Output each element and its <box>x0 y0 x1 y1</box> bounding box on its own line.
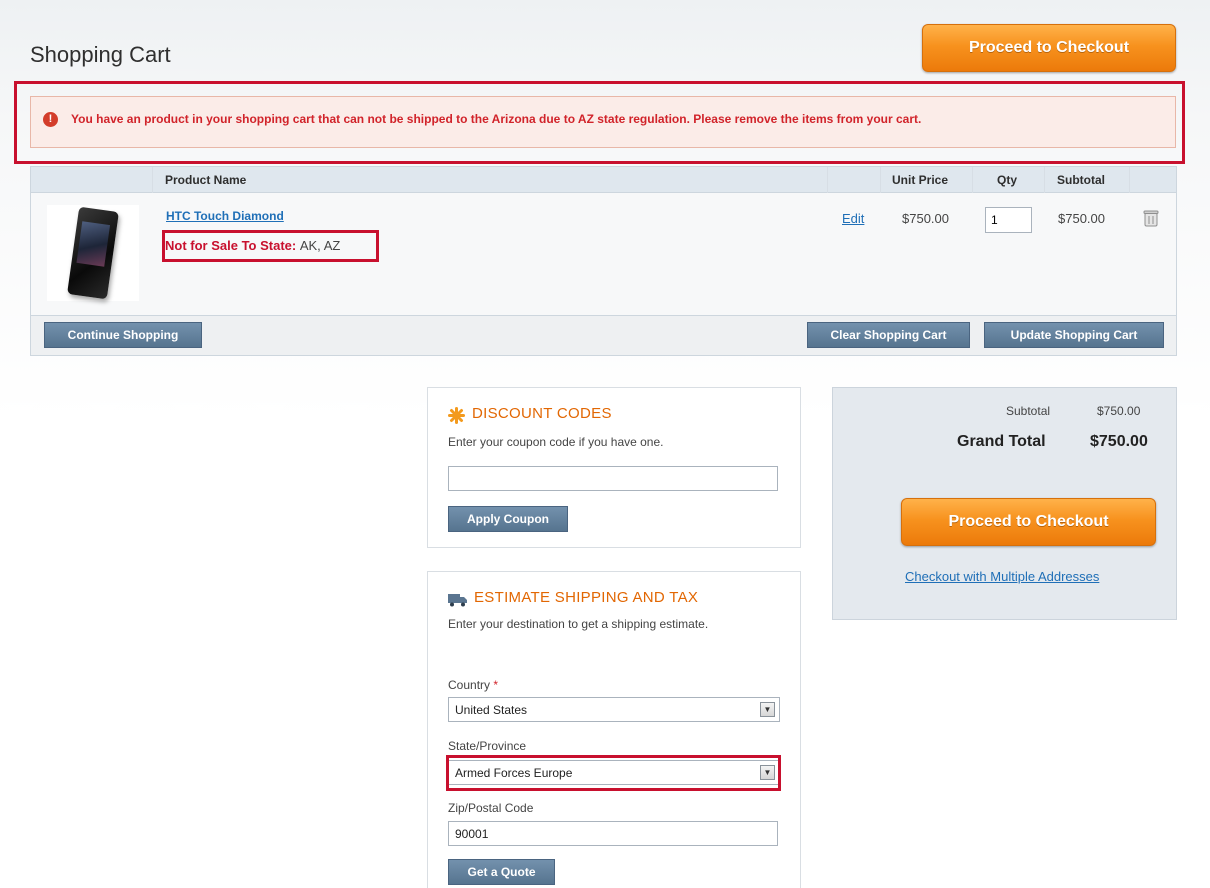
column-header-subtotal: Subtotal <box>1057 173 1105 187</box>
get-a-quote-button[interactable]: Get a Quote <box>448 859 555 885</box>
shipping-description: Enter your destination to get a shipping… <box>448 617 709 631</box>
quantity-input[interactable] <box>985 207 1032 233</box>
chevron-down-icon[interactable]: ▼ <box>760 702 775 717</box>
discount-codes-panel: DISCOUNT CODES Enter your coupon code if… <box>427 387 801 548</box>
column-header-product-name: Product Name <box>165 173 247 187</box>
subtotal-value: $750.00 <box>1097 404 1141 418</box>
error-highlight-outline <box>14 81 1185 164</box>
coupon-code-input[interactable] <box>448 466 778 491</box>
restriction-highlight-outline <box>162 230 379 262</box>
trash-icon[interactable] <box>1143 209 1159 227</box>
zip-label: Zip/Postal Code <box>448 801 534 815</box>
proceed-to-checkout-button[interactable]: Proceed to Checkout <box>901 498 1156 546</box>
estimate-shipping-title: ESTIMATE SHIPPING AND TAX <box>474 589 699 606</box>
state-province-label: State/Province <box>448 739 527 753</box>
column-header-qty: Qty <box>997 173 1018 187</box>
continue-shopping-button[interactable]: Continue Shopping <box>44 322 202 348</box>
discount-star-icon <box>448 407 465 424</box>
subtotal-label: Subtotal <box>1006 404 1051 418</box>
row-subtotal: $750.00 <box>1058 211 1105 226</box>
country-selected-value: United States <box>455 703 528 717</box>
grand-total-value: $750.00 <box>1090 433 1148 450</box>
table-row: HTC Touch Diamond Not for Sale To State:… <box>31 193 1176 315</box>
cart-totals-panel: Subtotal $750.00 Grand Total $750.00 Pro… <box>832 387 1177 620</box>
apply-coupon-button[interactable]: Apply Coupon <box>448 506 568 532</box>
product-image[interactable] <box>47 205 139 301</box>
discount-codes-title: DISCOUNT CODES <box>472 405 612 422</box>
cart-table-header: Product Name Unit Price Qty Subtotal <box>31 167 1176 193</box>
state-highlight-outline <box>446 755 781 791</box>
edit-item-link[interactable]: Edit <box>842 211 864 226</box>
checkout-multiple-addresses-link[interactable]: Checkout with Multiple Addresses <box>905 569 1099 584</box>
unit-price: $750.00 <box>902 211 949 226</box>
cart-table: Product Name Unit Price Qty Subtotal HTC… <box>30 166 1177 356</box>
clear-cart-button[interactable]: Clear Shopping Cart <box>807 322 970 348</box>
country-select[interactable]: United States ▼ <box>448 697 780 722</box>
zip-postal-code-input[interactable]: 90001 <box>448 821 778 846</box>
update-cart-button[interactable]: Update Shopping Cart <box>984 322 1164 348</box>
discount-description: Enter your coupon code if you have one. <box>448 435 664 449</box>
country-label: Country * <box>448 678 499 692</box>
product-name-link[interactable]: HTC Touch Diamond <box>166 209 284 223</box>
proceed-to-checkout-button-top[interactable]: Proceed to Checkout <box>922 24 1176 72</box>
page-title: Shopping Cart <box>30 42 171 67</box>
grand-total-label: Grand Total <box>957 433 1046 450</box>
truck-icon <box>448 594 467 607</box>
column-header-unit-price: Unit Price <box>892 173 949 187</box>
cart-actions-bar: Continue Shopping Clear Shopping Cart Up… <box>31 315 1176 355</box>
estimate-shipping-panel: ESTIMATE SHIPPING AND TAX Enter your des… <box>427 571 801 888</box>
